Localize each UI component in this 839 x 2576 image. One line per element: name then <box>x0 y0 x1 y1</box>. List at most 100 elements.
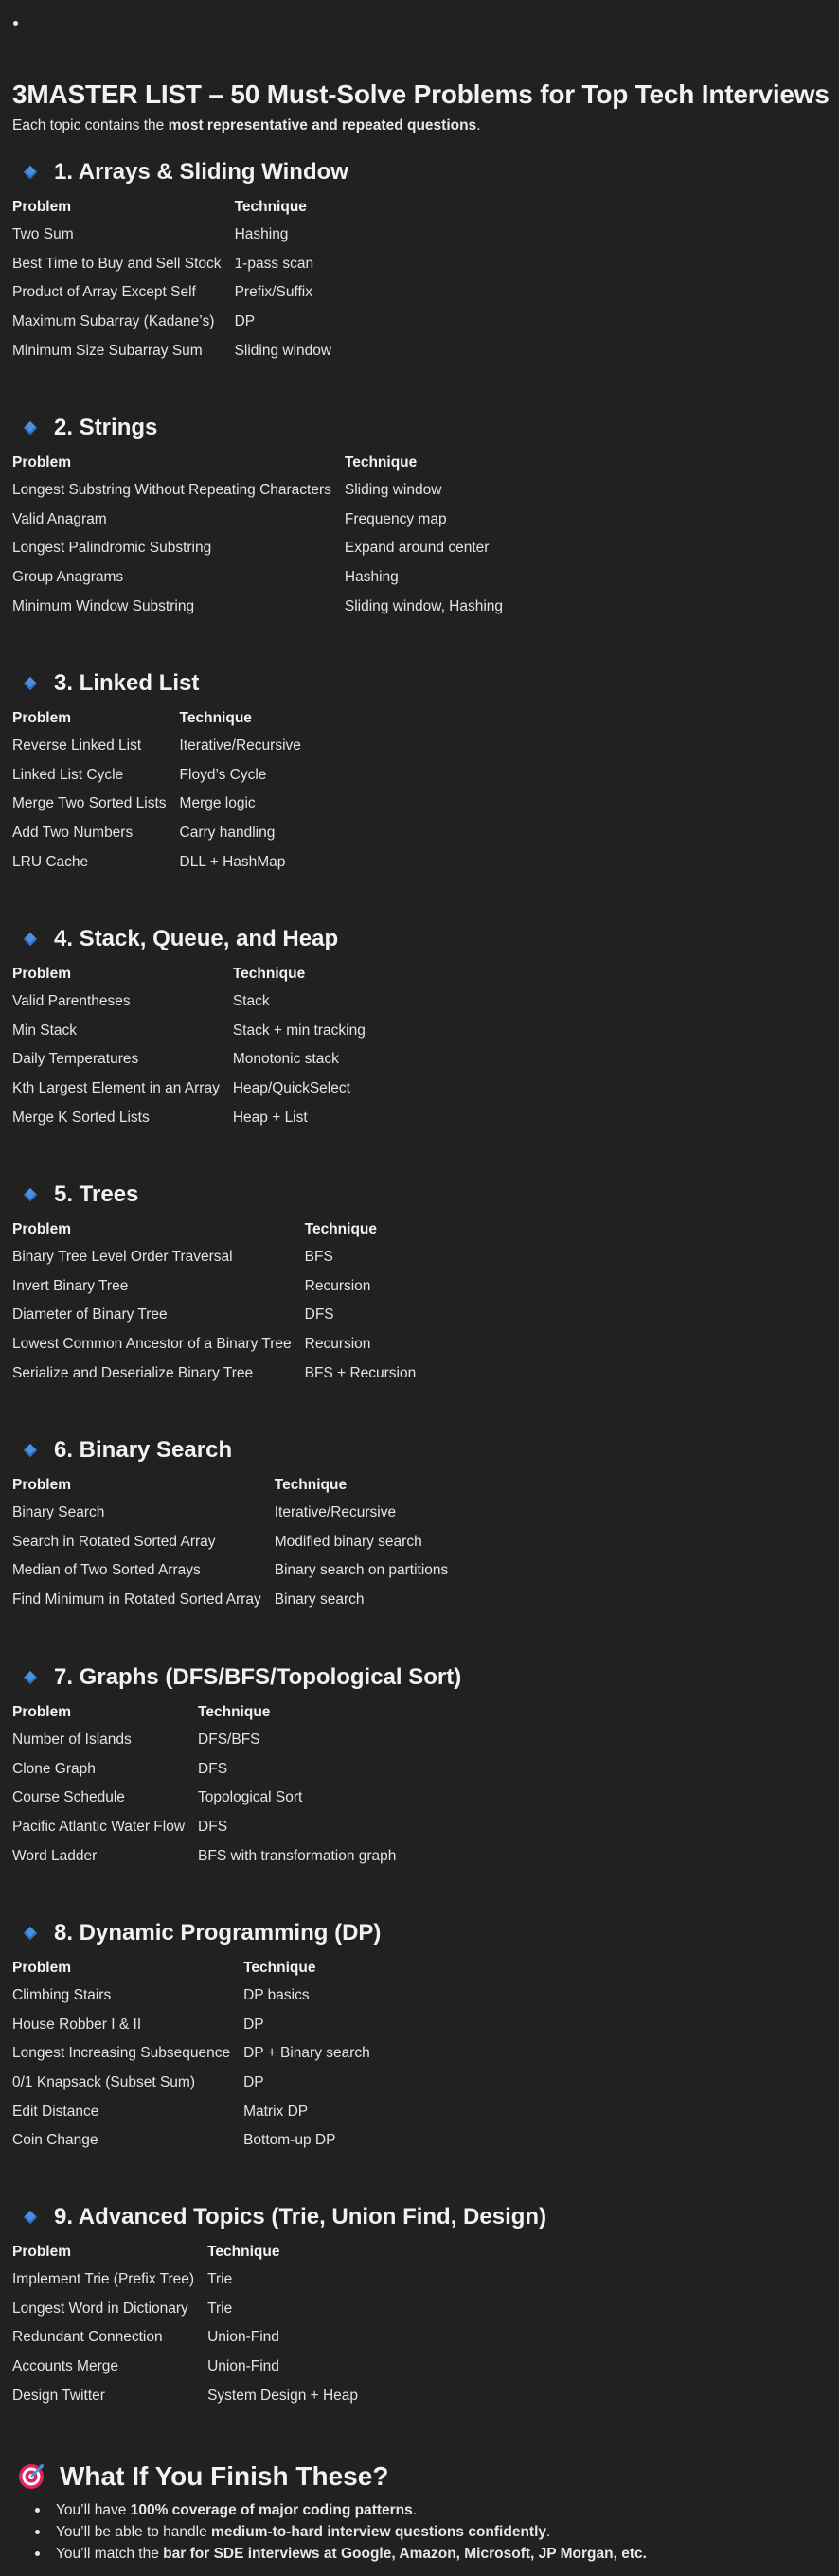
table-row: Longest Palindromic Substring Expand arou… <box>12 534 516 563</box>
problem-cell: Min Stack <box>12 1022 78 1039</box>
problem-cell: Linked List Cycle <box>12 766 124 783</box>
problem-cell: Product of Array Except Self <box>12 284 196 301</box>
problem-cell: Best Time to Buy and Sell Stock <box>12 255 222 272</box>
table-row: Coin Change Bottom-up DP <box>12 2126 384 2156</box>
finish-title: What If You Finish These? <box>60 2461 389 2491</box>
technique-cell: Modified binary search <box>274 1533 422 1550</box>
section-heading: 4. Stack, Queue, and Heap <box>12 924 379 954</box>
technique-cell: Merge logic <box>179 795 256 812</box>
finish-item: You’ll be able to handle medium-to-hard … <box>35 2521 647 2543</box>
section-2: 2. Strings Problem Technique Longest Substr… <box>12 413 516 621</box>
section-title: 6. Binary Search <box>54 1437 233 1463</box>
table-header-row: Problem Technique <box>12 1699 409 1726</box>
technique-cell: DP basics <box>243 1987 310 2004</box>
technique-cell: DFS/BFS <box>198 1732 260 1749</box>
intro-prefix: Each topic contains the <box>12 117 169 133</box>
header-technique: Technique <box>179 710 252 726</box>
section-title: 9. Advanced Topics (Trie, Union Find, De… <box>54 2204 547 2230</box>
table-row: Longest Substring Without Repeating Char… <box>12 476 516 506</box>
table-row: Daily Temperatures Monotonic stack <box>12 1045 379 1075</box>
problem-cell: Redundant Connection <box>12 2329 163 2346</box>
table-row: Best Time to Buy and Sell Stock 1-pass sc… <box>12 250 345 279</box>
table-row: Group Anagrams Hashing <box>12 563 516 593</box>
blue-diamond-icon <box>23 1926 38 1941</box>
section-title: 4. Stack, Queue, and Heap <box>54 926 339 951</box>
section-heading: 5. Trees <box>12 1180 429 1210</box>
table-row: Course Schedule Topological Sort <box>12 1784 409 1813</box>
blue-diamond-icon <box>23 165 38 180</box>
technique-cell: Prefix/Suffix <box>234 284 312 301</box>
problem-cell: Daily Temperatures <box>12 1051 139 1068</box>
problem-cell: Serialize and Deserialize Binary Tree <box>12 1364 254 1381</box>
technique-cell: System Design + Heap <box>207 2387 359 2404</box>
table-row: Longest Word in Dictionary Trie <box>12 2295 371 2324</box>
technique-cell: DLL + HashMap <box>179 853 286 870</box>
finish-item-bold: medium-to-hard interview questions confi… <box>211 2524 546 2540</box>
problem-cell: Longest Palindromic Substring <box>12 540 212 557</box>
header-technique: Technique <box>243 1960 316 1976</box>
technique-cell: Expand around center <box>344 540 490 557</box>
section-heading: 1. Arrays & Sliding Window <box>12 157 348 187</box>
table-row: Redundant Connection Union-Find <box>12 2323 371 2353</box>
table-row: Merge K Sorted Lists Heap + List <box>12 1103 379 1132</box>
technique-cell: Matrix DP <box>243 2103 309 2120</box>
blue-diamond-icon <box>23 932 38 947</box>
problem-cell: Kth Largest Element in an Array <box>12 1080 220 1097</box>
table-row: Accounts Merge Union-Find <box>12 2353 371 2382</box>
table-header-row: Problem Technique <box>12 450 516 476</box>
technique-cell: Iterative/Recursive <box>179 737 301 755</box>
table-row: Reverse Linked List Iterative/Recursive <box>12 732 314 761</box>
technique-cell: Binary search <box>274 1591 365 1608</box>
section-heading: 8. Dynamic Programming (DP) <box>12 1918 384 1948</box>
section-7: 7. Graphs (DFS/BFS/Topological Sort) Prob… <box>12 1662 461 1871</box>
header-problem: Problem <box>12 1221 72 1237</box>
problem-cell: Find Minimum in Rotated Sorted Array <box>12 1591 261 1608</box>
problem-cell: Climbing Stairs <box>12 1987 112 2004</box>
table-row: Search in Rotated Sorted Array Modified b… <box>12 1528 461 1557</box>
table-row: Maximum Subarray (Kadane’s) DP <box>12 308 345 337</box>
problem-cell: Lowest Common Ancestor of a Binary Tree <box>12 1336 292 1353</box>
problem-cell: Maximum Subarray (Kadane’s) <box>12 313 215 330</box>
finish-list: You’ll have 100% coverage of major codin… <box>12 2499 647 2565</box>
table-row: Linked List Cycle Floyd’s Cycle <box>12 761 314 791</box>
table-row: Implement Trie (Prefix Tree) Trie <box>12 2265 371 2295</box>
header-problem: Problem <box>12 1477 72 1493</box>
problem-cell: Pacific Atlantic Water Flow <box>12 1819 186 1836</box>
technique-cell: DP <box>243 2074 264 2091</box>
finish-item-suffix: . <box>546 2524 551 2540</box>
table-row: Median of Two Sorted Arrays Binary search… <box>12 1556 461 1586</box>
table-row: Invert Binary Tree Recursion <box>12 1272 429 1302</box>
table-row: Word Ladder BFS with transformation graph <box>12 1841 409 1871</box>
problem-cell: Accounts Merge <box>12 2358 118 2375</box>
problem-cell: Design Twitter <box>12 2387 105 2404</box>
problem-table: Problem Technique Climbing Stairs DP basics… <box>12 1955 384 2156</box>
technique-cell: Binary search on partitions <box>274 1562 449 1579</box>
section-heading: 7. Graphs (DFS/BFS/Topological Sort) <box>12 1662 461 1693</box>
technique-cell: Heap + List <box>232 1109 308 1126</box>
problem-cell: Clone Graph <box>12 1760 96 1777</box>
technique-cell: BFS + Recursion <box>304 1364 417 1381</box>
problem-cell: Add Two Numbers <box>12 825 134 842</box>
technique-cell: DFS <box>304 1306 334 1324</box>
table-row: LRU Cache DLL + HashMap <box>12 847 314 877</box>
problem-cell: Group Anagrams <box>12 569 124 586</box>
section-5: 5. Trees Problem Technique Binary Tree Leve… <box>12 1180 429 1388</box>
intro-text: Each topic contains the most representat… <box>12 117 481 134</box>
blue-diamond-icon <box>23 1187 38 1202</box>
section-title: 5. Trees <box>54 1181 139 1207</box>
technique-cell: BFS <box>304 1249 333 1266</box>
header-technique: Technique <box>232 966 306 982</box>
problem-cell: Two Sum <box>12 226 74 243</box>
technique-cell: Monotonic stack <box>232 1051 339 1068</box>
section-8: 8. Dynamic Programming (DP) Problem Techni… <box>12 1918 384 2156</box>
technique-cell: Sliding window <box>234 342 332 359</box>
header-technique: Technique <box>344 454 418 471</box>
finish-item-prefix: You’ll match the <box>56 2546 164 2562</box>
page-title: 3MASTER LIST – 50 Must-Solve Problems fo… <box>12 80 830 109</box>
problem-cell: Merge K Sorted Lists <box>12 1109 150 1126</box>
problem-cell: Course Schedule <box>12 1789 125 1806</box>
section-heading: 2. Strings <box>12 413 516 443</box>
blue-diamond-icon <box>23 1670 38 1685</box>
table-row: Kth Largest Element in an Array Heap/Quic… <box>12 1075 379 1104</box>
blue-diamond-icon <box>23 676 38 691</box>
